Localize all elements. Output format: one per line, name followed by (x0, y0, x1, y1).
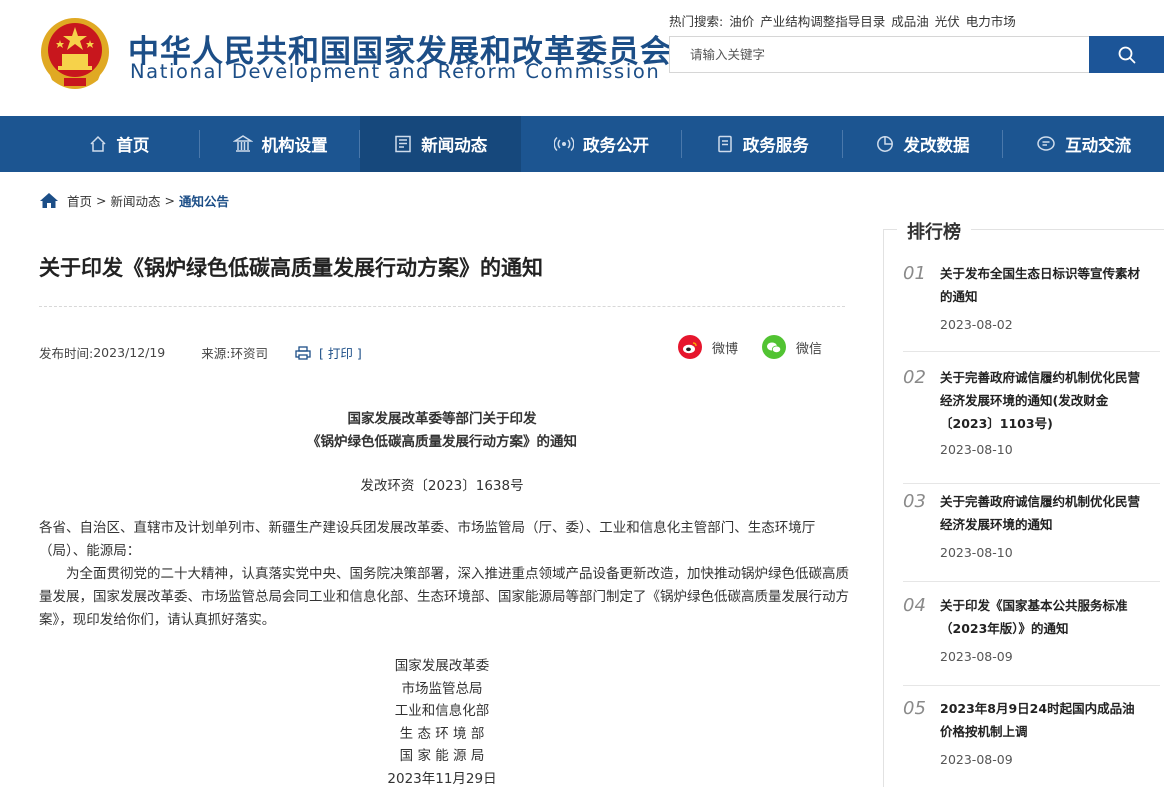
rank-date: 2023-08-10 (940, 442, 1013, 457)
doc-heading-line1: 国家发展改革委等部门关于印发 (347, 411, 537, 427)
rank-link[interactable]: 关于发布全国生态日标识等宣传素材的通知 (940, 262, 1145, 308)
rank-link[interactable]: 关于完善政府诚信履约机制优化民营经济发展环境的通知 (940, 490, 1145, 536)
list-item[interactable]: 03 关于完善政府诚信履约机制优化民营经济发展环境的通知 2023-08-10 (903, 490, 1160, 582)
rank-number: 01 (903, 263, 926, 284)
doc-heading-line2: 《锅炉绿色低碳高质量发展行动方案》的通知 (307, 434, 577, 450)
hot-search-term[interactable]: 产业结构调整指导目录 (760, 14, 885, 29)
publish-label: 发布时间: (39, 346, 94, 361)
hot-search-term[interactable]: 电力市场 (966, 14, 1016, 29)
breadcrumb-current[interactable]: 通知公告 (179, 191, 229, 210)
breadcrumb-home-link[interactable]: 首页 (67, 191, 92, 210)
ranking-title: 排行榜 (897, 218, 971, 244)
news-icon (395, 135, 412, 153)
search-input[interactable] (670, 37, 1089, 72)
list-item[interactable]: 01 关于发布全国生态日标识等宣传素材的通知 2023-08-02 (903, 262, 1160, 352)
signatory: 国家发展改革委 (394, 658, 490, 674)
nav-label: 机构设置 (261, 136, 328, 155)
rank-link[interactable]: 关于印发《国家基本公共服务标准（2023年版）》的通知 (940, 594, 1145, 640)
home-icon (90, 135, 106, 152)
share-wechat-button[interactable]: 微信 (762, 335, 822, 359)
hot-search-term[interactable]: 成品油 (891, 14, 929, 29)
print-label: [ 打印 ] (319, 346, 362, 361)
nav-label: 发改数据 (903, 136, 970, 155)
pie-chart-icon (877, 136, 894, 152)
list-item[interactable]: 02 关于完善政府诚信履约机制优化民营经济发展环境的通知(发改财金〔2023〕1… (903, 366, 1160, 484)
signatory: 工业和信息化部 (394, 703, 490, 719)
title-divider (39, 306, 845, 307)
nav-item-organization[interactable]: 机构设置 (200, 116, 361, 172)
nav-item-news[interactable]: 新闻动态 (360, 116, 522, 172)
rank-link[interactable]: 2023年8月9日24时起国内成品油价格按机制上调 (940, 697, 1145, 743)
national-emblem-logo[interactable] (38, 14, 112, 92)
building-icon (232, 135, 253, 152)
hot-search-term[interactable]: 油价 (729, 14, 754, 29)
list-item[interactable]: 04 关于印发《国家基本公共服务标准（2023年版）》的通知 2023-08-0… (903, 594, 1160, 686)
site-header: 中华人民共和国国家发展和改革委员会 National Development a… (0, 0, 1164, 116)
nav-item-gov-services[interactable]: 政务服务 (682, 116, 843, 172)
breadcrumb-separator: > (164, 193, 175, 208)
share-weibo-button[interactable]: 微博 (678, 335, 738, 359)
signatory: 国 家 能 源 局 (399, 748, 485, 764)
search-box (669, 36, 1089, 73)
signatory: 市场监管总局 (401, 681, 483, 697)
nav-item-gov-affairs[interactable]: 政务公开 (521, 116, 682, 172)
nav-label: 互动交流 (1065, 136, 1132, 155)
sign-date: 2023年11月29日 (387, 771, 497, 787)
doc-body: 为全面贯彻党的二十大精神，认真落实党中央、国务院决策部署，深入推进重点领域产品设… (39, 566, 849, 628)
chat-icon (1037, 136, 1055, 151)
rank-date: 2023-08-09 (940, 649, 1013, 664)
breadcrumb-separator: > (96, 193, 107, 208)
wechat-icon (762, 335, 786, 359)
publish-date: 2023/12/19 (93, 345, 166, 360)
nav-label: 政务公开 (583, 136, 650, 155)
hot-search-label: 热门搜索: (669, 14, 724, 29)
list-item[interactable]: 05 2023年8月9日24时起国内成品油价格按机制上调 2023-08-09 (903, 697, 1160, 787)
rank-number: 03 (903, 491, 926, 512)
hot-search-term[interactable]: 光伏 (935, 14, 960, 29)
printer-icon (295, 345, 311, 360)
search-icon (1118, 46, 1135, 63)
source-value: 环资司 (230, 346, 268, 361)
nav-item-home[interactable]: 首页 (39, 116, 200, 172)
hot-search-bar: 热门搜索: 油价 产业结构调整指导目录 成品油 光伏 电力市场 (669, 11, 1022, 30)
source-label: 来源: (201, 346, 231, 361)
nav-item-data[interactable]: 发改数据 (843, 116, 1004, 172)
search-button[interactable] (1089, 36, 1164, 73)
print-button[interactable]: [ 打印 ] (295, 343, 362, 362)
rank-date: 2023-08-10 (940, 545, 1013, 560)
broadcast-icon (554, 136, 575, 152)
nav-item-interaction[interactable]: 互动交流 (1003, 116, 1164, 172)
nav-label: 新闻动态 (421, 136, 488, 155)
document-icon (717, 135, 732, 153)
share-weibo-label: 微博 (712, 341, 739, 357)
nav-label: 政务服务 (742, 136, 809, 155)
rank-number: 02 (903, 367, 926, 388)
rank-number: 04 (903, 595, 926, 616)
article-meta: 发布时间: 2023/12/19 来源: 环资司 [ 打印 ] (39, 343, 362, 362)
home-icon[interactable] (39, 192, 59, 209)
rank-link[interactable]: 关于完善政府诚信履约机制优化民营经济发展环境的通知(发改财金〔2023〕1103… (940, 366, 1145, 435)
breadcrumb: 首页 > 新闻动态 > 通知公告 (39, 191, 229, 210)
article-title: 关于印发《锅炉绿色低碳高质量发展行动方案》的通知 (39, 256, 543, 280)
doc-number: 发改环资〔2023〕1638号 (360, 478, 524, 494)
main-nav: 首页 机构设置 新闻动态 政务公开 政务服务 发改数据 互动交流 (0, 116, 1164, 172)
share-wechat-label: 微信 (796, 341, 823, 357)
rank-date: 2023-08-09 (940, 752, 1013, 767)
rank-number: 05 (903, 698, 926, 719)
weibo-icon (678, 335, 702, 359)
breadcrumb-news-link[interactable]: 新闻动态 (111, 191, 161, 210)
site-title-en: National Development and Reform Commissi… (130, 60, 661, 83)
rank-date: 2023-08-02 (940, 317, 1013, 332)
doc-addressee: 各省、自治区、直辖市及计划单列市、新疆生产建设兵团发展改革委、市场监管局（厅、委… (39, 520, 816, 559)
nav-label: 首页 (116, 136, 150, 155)
signatory: 生 态 环 境 部 (399, 726, 485, 742)
